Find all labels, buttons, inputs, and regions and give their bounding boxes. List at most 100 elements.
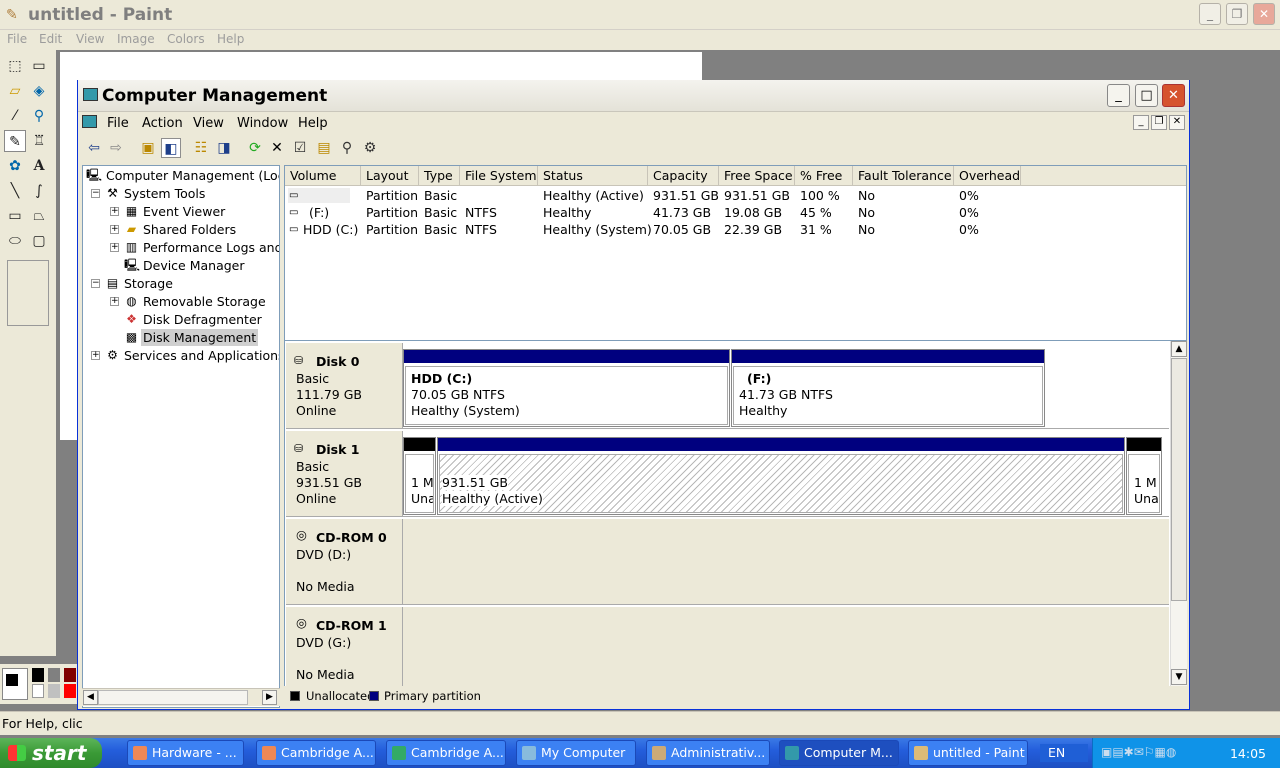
paint-minimize-button[interactable]: _ xyxy=(1199,3,1221,25)
col-volume[interactable]: Volume xyxy=(285,166,361,186)
cm-menu-file[interactable]: File xyxy=(107,116,129,131)
col-file-system[interactable]: File System xyxy=(460,166,538,186)
paint-title-bar[interactable]: ✎ untitled - Paint _ ❐ ✕ xyxy=(0,0,1280,30)
col-free-space[interactable]: Free Space xyxy=(719,166,795,186)
graph-vertical-scrollbar[interactable]: ▲ ▼ xyxy=(1170,341,1187,687)
airbrush-icon[interactable]: ✿ xyxy=(4,155,26,177)
disk1-label[interactable]: ⛁ Disk 1 Basic 931.51 GB Online xyxy=(286,431,403,517)
expand-icon[interactable]: + xyxy=(91,351,100,360)
paint-menu-help[interactable]: Help xyxy=(217,32,244,46)
task-paint[interactable]: untitled - Paint xyxy=(908,740,1028,766)
task-cambridge-2[interactable]: Cambridge A... xyxy=(386,740,506,766)
mdi-close-button[interactable]: ✕ xyxy=(1169,115,1185,130)
cm-menu-window[interactable]: Window xyxy=(237,116,288,131)
cm-menu-help[interactable]: Help xyxy=(298,116,328,131)
magnifier-icon[interactable]: ⚲ xyxy=(28,105,50,127)
scroll-down-icon[interactable]: ▼ xyxy=(1171,669,1187,685)
task-hardware[interactable]: Hardware - ... xyxy=(127,740,244,766)
col-capacity[interactable]: Capacity xyxy=(648,166,719,186)
cdrom1-area[interactable] xyxy=(403,607,1169,687)
unallocated-end[interactable]: 1 M Una xyxy=(1126,437,1162,515)
color-palette[interactable] xyxy=(0,664,80,704)
scroll-left-icon[interactable]: ◀ xyxy=(83,690,98,705)
show-tree-icon[interactable]: ◧ xyxy=(161,138,181,158)
scroll-thumb[interactable] xyxy=(1171,358,1187,601)
task-my-computer[interactable]: My Computer xyxy=(516,740,636,766)
brush-icon[interactable]: ♖ xyxy=(28,130,50,152)
cm-maximize-button[interactable]: □ xyxy=(1135,84,1158,107)
table-row[interactable]: ▭ Partition Basic Healthy (Active) 931.5… xyxy=(285,187,1186,204)
scroll-thumb[interactable] xyxy=(98,690,248,705)
cdrom1-label[interactable]: ◎ CD-ROM 1 DVD (G:) No Media xyxy=(286,607,403,687)
cm-close-button[interactable]: ✕ xyxy=(1162,84,1185,107)
expand-icon[interactable]: + xyxy=(110,207,119,216)
palette-white[interactable] xyxy=(32,684,44,698)
polygon-icon[interactable]: ⏢ xyxy=(28,205,50,227)
col-overhead[interactable]: Overhead xyxy=(954,166,1021,186)
up-folder-icon[interactable]: ▣ xyxy=(138,138,158,158)
refresh-icon[interactable]: ⟳ xyxy=(245,138,265,158)
expand-icon[interactable]: + xyxy=(110,243,119,252)
collapse-icon[interactable]: − xyxy=(91,189,100,198)
partition-active[interactable]: 931.51 GB Healthy (Active) xyxy=(437,437,1125,515)
partition-c[interactable]: HDD (C:) 70.05 GB NTFS Healthy (System) xyxy=(403,349,730,427)
language-bar[interactable]: EN xyxy=(1040,744,1088,762)
forward-arrow-icon[interactable]: ⇨ xyxy=(106,138,126,158)
palette-gray[interactable] xyxy=(48,668,60,682)
palette-red[interactable] xyxy=(64,684,76,698)
expand-icon[interactable]: + xyxy=(110,297,119,306)
palette-silver[interactable] xyxy=(48,684,60,698)
fill-icon[interactable]: ◈ xyxy=(28,80,50,102)
scroll-up-icon[interactable]: ▲ xyxy=(1171,341,1187,357)
paint-maximize-button[interactable]: ❐ xyxy=(1226,3,1248,25)
cm-menu-action[interactable]: Action xyxy=(142,116,183,131)
table-row[interactable]: ▭ (F:) Partition Basic NTFS Healthy 41.7… xyxy=(285,204,1186,221)
scroll-right-icon[interactable]: ▶ xyxy=(262,690,277,705)
curve-icon[interactable]: ∫ xyxy=(28,180,50,202)
cm-title-bar[interactable]: Computer Management _ □ ✕ xyxy=(78,80,1189,112)
help-icon[interactable]: ◨ xyxy=(214,138,234,158)
tool-options-box[interactable] xyxy=(7,260,49,326)
collapse-icon[interactable]: − xyxy=(91,279,100,288)
task-computer-management[interactable]: Computer M... xyxy=(779,740,899,766)
back-arrow-icon[interactable]: ⇦ xyxy=(84,138,104,158)
col-fault-tolerance[interactable]: Fault Tolerance xyxy=(853,166,954,186)
palette-black[interactable] xyxy=(32,668,44,682)
cdrom0-label[interactable]: ◎ CD-ROM 0 DVD (D:) No Media xyxy=(286,519,403,605)
disk-properties-icon[interactable]: ☑ xyxy=(290,138,310,158)
mdi-minimize-button[interactable]: _ xyxy=(1133,115,1149,130)
settings-icon[interactable]: ⚙ xyxy=(360,138,380,158)
disk0-label[interactable]: ⛁ Disk 0 Basic 111.79 GB Online xyxy=(286,343,403,429)
paint-menu-view[interactable]: View xyxy=(76,32,104,46)
palette-maroon[interactable] xyxy=(64,668,76,682)
eyedropper-icon[interactable]: ⁄ xyxy=(4,105,26,127)
cm-doc-icon[interactable] xyxy=(82,115,97,128)
free-select-icon[interactable]: ⬚ xyxy=(4,55,26,77)
rounded-rect-icon[interactable]: ▢ xyxy=(28,230,50,252)
partition-f[interactable]: (F:) 41.73 GB NTFS Healthy xyxy=(731,349,1045,427)
task-administrative[interactable]: Administrativ... xyxy=(646,740,770,766)
mdi-restore-button[interactable]: ❐ xyxy=(1151,115,1167,130)
rectangle-icon[interactable]: ▭ xyxy=(4,205,26,227)
start-button[interactable]: start xyxy=(0,738,102,768)
col-status[interactable]: Status xyxy=(538,166,648,186)
col-pct-free[interactable]: % Free xyxy=(795,166,853,186)
properties-icon[interactable]: ☷ xyxy=(191,138,211,158)
paint-menu-file[interactable]: File xyxy=(7,32,27,46)
cdrom0-area[interactable] xyxy=(403,519,1169,605)
rect-select-icon[interactable]: ▭ xyxy=(28,55,50,77)
paint-menu-edit[interactable]: Edit xyxy=(39,32,62,46)
paint-menu-image[interactable]: Image xyxy=(117,32,155,46)
expand-icon[interactable]: + xyxy=(110,225,119,234)
paint-close-button[interactable]: ✕ xyxy=(1253,3,1275,25)
tray-icons[interactable]: ▣▤✱✉⚐▦◍ xyxy=(1101,745,1176,759)
line-icon[interactable]: ╲ xyxy=(4,180,26,202)
delete-icon[interactable]: ✕ xyxy=(267,138,287,158)
task-cambridge-1[interactable]: Cambridge A... xyxy=(256,740,376,766)
pencil-icon[interactable]: ✎ xyxy=(4,130,26,152)
col-type[interactable]: Type xyxy=(419,166,460,186)
cm-minimize-button[interactable]: _ xyxy=(1107,84,1130,107)
col-layout[interactable]: Layout xyxy=(361,166,419,186)
unallocated-start[interactable]: 1 M Una xyxy=(403,437,436,515)
table-row[interactable]: ▭ HDD (C:) Partition Basic NTFS Healthy … xyxy=(285,221,1186,238)
